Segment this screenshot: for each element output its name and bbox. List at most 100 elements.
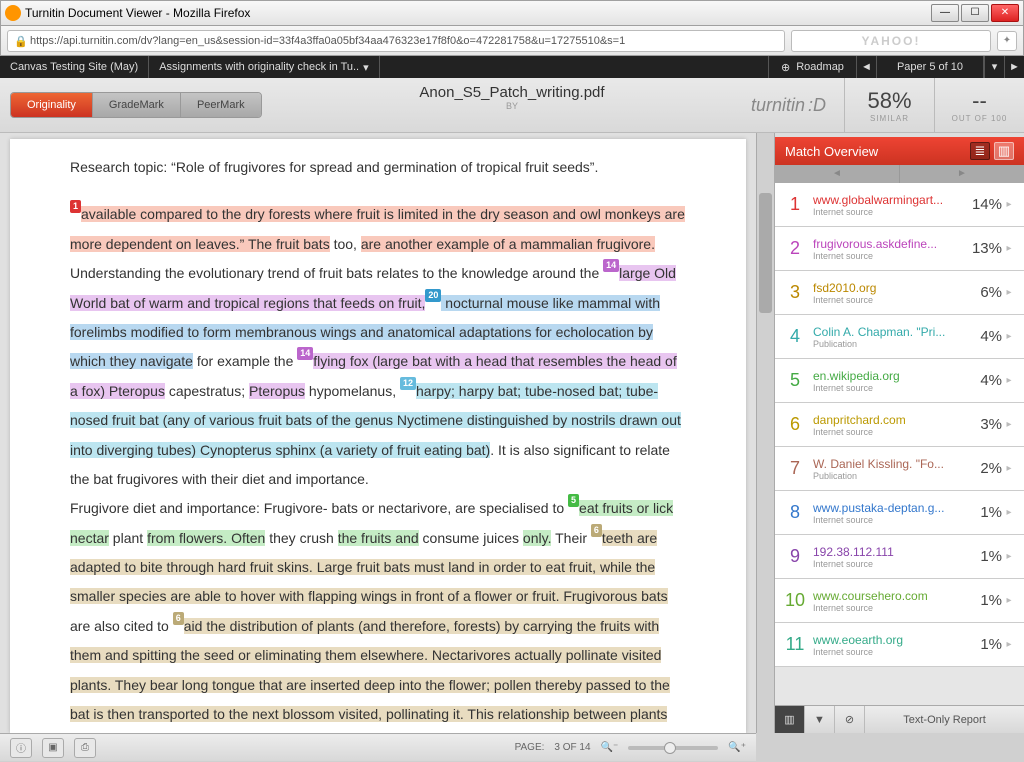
chevron-right-icon: ▸ (1002, 507, 1016, 518)
match-badge-12[interactable]: 12 (400, 377, 416, 390)
chevron-right-icon: ▸ (1002, 595, 1016, 606)
overview-prev[interactable]: ◄ (775, 165, 900, 183)
source-type: Internet source (813, 515, 974, 525)
funnel-icon: ▼ (814, 714, 825, 726)
source-percent: 3% (974, 416, 1002, 433)
source-row[interactable]: 10www.coursehero.comInternet source1%▸ (775, 579, 1024, 623)
source-number: 8 (783, 502, 807, 523)
maximize-button[interactable]: ☐ (961, 4, 989, 22)
info-button[interactable]: ⓘ (10, 738, 32, 758)
paper-scrollbar[interactable] (756, 133, 774, 733)
source-url: www.pustaka-deptan.g... (813, 501, 974, 515)
source-number: 9 (783, 546, 807, 567)
source-url: Colin A. Chapman. "Pri... (813, 325, 974, 339)
match-badge-6[interactable]: 6 (591, 524, 602, 537)
source-percent: 1% (974, 636, 1002, 653)
zoom-out-icon: 🔍⁻ (601, 742, 619, 753)
source-number: 10 (783, 590, 807, 611)
page-value: 3 OF 14 (554, 742, 590, 753)
sources-list: 1www.globalwarmingart...Internet source1… (775, 183, 1024, 705)
source-number: 6 (783, 414, 807, 435)
source-url: en.wikipedia.org (813, 369, 974, 383)
print-button[interactable]: ⎙ (74, 738, 96, 758)
source-type: Internet source (813, 295, 974, 305)
view-list-button[interactable]: ≣ (970, 142, 990, 160)
minimize-button[interactable]: — (931, 4, 959, 22)
url-input[interactable]: 🔒 https://api.turnitin.com/dv?lang=en_us… (7, 30, 785, 52)
info-icon: ⓘ (16, 740, 26, 755)
turnitin-logo: turnitin:D (733, 95, 844, 116)
bars-icon: ▥ (784, 713, 794, 726)
source-percent: 4% (974, 372, 1002, 389)
source-percent: 6% (974, 284, 1002, 301)
close-button[interactable]: ✕ (991, 4, 1019, 22)
match-badge-5[interactable]: 5 (568, 494, 579, 507)
logo-swirl-icon: :D (808, 95, 826, 116)
source-type: Internet source (813, 559, 974, 569)
source-row[interactable]: 7W. Daniel Kissling. "Fo...Publication2%… (775, 447, 1024, 491)
zoom-slider[interactable] (628, 746, 718, 750)
tab-grademark[interactable]: GradeMark (93, 93, 181, 117)
exclude-button[interactable]: ⊘ (835, 706, 865, 733)
lock-icon: 🔒 (14, 35, 26, 47)
overview-next[interactable]: ► (900, 165, 1024, 183)
source-type: Internet source (813, 251, 966, 261)
source-row[interactable]: 4Colin A. Chapman. "Pri...Publication4%▸ (775, 315, 1024, 359)
match-badge-1[interactable]: 1 (70, 200, 81, 213)
source-row[interactable]: 9192.38.112.111Internet source1%▸ (775, 535, 1024, 579)
source-row[interactable]: 5en.wikipedia.orgInternet source4%▸ (775, 359, 1024, 403)
document-page: Research topic: “Role of frugivores for … (10, 139, 746, 733)
source-row[interactable]: 8www.pustaka-deptan.g...Internet source1… (775, 491, 1024, 535)
paper-dropdown[interactable]: ▾ (984, 56, 1004, 78)
page-label: PAGE: (515, 742, 545, 753)
address-bar: 🔒 https://api.turnitin.com/dv?lang=en_us… (0, 26, 1024, 56)
addon-button[interactable]: ✦ (997, 31, 1017, 51)
match-overview-header: Match Overview ≣ ▥ (775, 137, 1024, 165)
source-url: www.coursehero.com (813, 589, 974, 603)
source-row[interactable]: 11www.eoearth.orgInternet source1%▸ (775, 623, 1024, 667)
source-percent: 1% (974, 548, 1002, 565)
match-badge-20[interactable]: 20 (425, 289, 441, 302)
crumb-site[interactable]: Canvas Testing Site (May) (0, 56, 149, 78)
source-percent: 4% (974, 328, 1002, 345)
chevron-right-icon: ▸ (1002, 199, 1016, 210)
source-row[interactable]: 6danpritchard.comInternet source3%▸ (775, 403, 1024, 447)
source-type: Internet source (813, 207, 966, 217)
zoom-out-button[interactable]: 🔍⁻ (601, 742, 619, 753)
paper-prev[interactable]: ◄ (856, 56, 876, 78)
paper-viewport: Research topic: “Role of frugivores for … (0, 133, 756, 733)
match-badge-14[interactable]: 14 (603, 259, 619, 272)
filter-button[interactable]: ▼ (805, 706, 835, 733)
crumb-assignment[interactable]: Assignments with originality check in Tu… (149, 56, 379, 78)
source-percent: 2% (974, 460, 1002, 477)
search-box[interactable]: YAHOO! (791, 30, 991, 52)
match-badge-6b[interactable]: 6 (173, 612, 184, 625)
mode-tabs: Originality GradeMark PeerMark (10, 92, 262, 118)
tab-originality[interactable]: Originality (11, 93, 93, 117)
match-overview-panel: Match Overview ≣ ▥ ◄ ► 1www.globalwarmin… (774, 133, 1024, 733)
paper-next[interactable]: ► (1004, 56, 1024, 78)
firefox-icon (5, 5, 21, 21)
match-badge-14b[interactable]: 14 (297, 347, 313, 360)
source-row[interactable]: 1www.globalwarmingart...Internet source1… (775, 183, 1024, 227)
source-number: 3 (783, 282, 807, 303)
chevron-right-icon: ▸ (1002, 243, 1016, 254)
source-row[interactable]: 2frugivorous.askdefine...Internet source… (775, 227, 1024, 271)
layers-button[interactable]: ▣ (42, 738, 64, 758)
text-only-report-button[interactable]: Text-Only Report (865, 714, 1024, 726)
source-type: Publication (813, 339, 974, 349)
source-number: 7 (783, 458, 807, 479)
view-bars-button[interactable]: ▥ (994, 142, 1014, 160)
zoom-in-button[interactable]: 🔍⁺ (728, 742, 746, 753)
match-breakdown-button[interactable]: ▥ (775, 706, 805, 733)
source-number: 4 (783, 326, 807, 347)
bars-icon: ▥ (998, 143, 1010, 159)
chevron-right-icon: ▸ (1002, 639, 1016, 650)
source-row[interactable]: 3fsd2010.orgInternet source6%▸ (775, 271, 1024, 315)
window-title: Turnitin Document Viewer - Mozilla Firef… (25, 6, 250, 20)
tab-peermark[interactable]: PeerMark (181, 93, 261, 117)
layers-icon: ▣ (48, 742, 57, 753)
header: Originality GradeMark PeerMark Anon_S5_P… (0, 78, 1024, 133)
source-type: Internet source (813, 383, 974, 393)
roadmap-link[interactable]: ⊕Roadmap (768, 56, 856, 78)
